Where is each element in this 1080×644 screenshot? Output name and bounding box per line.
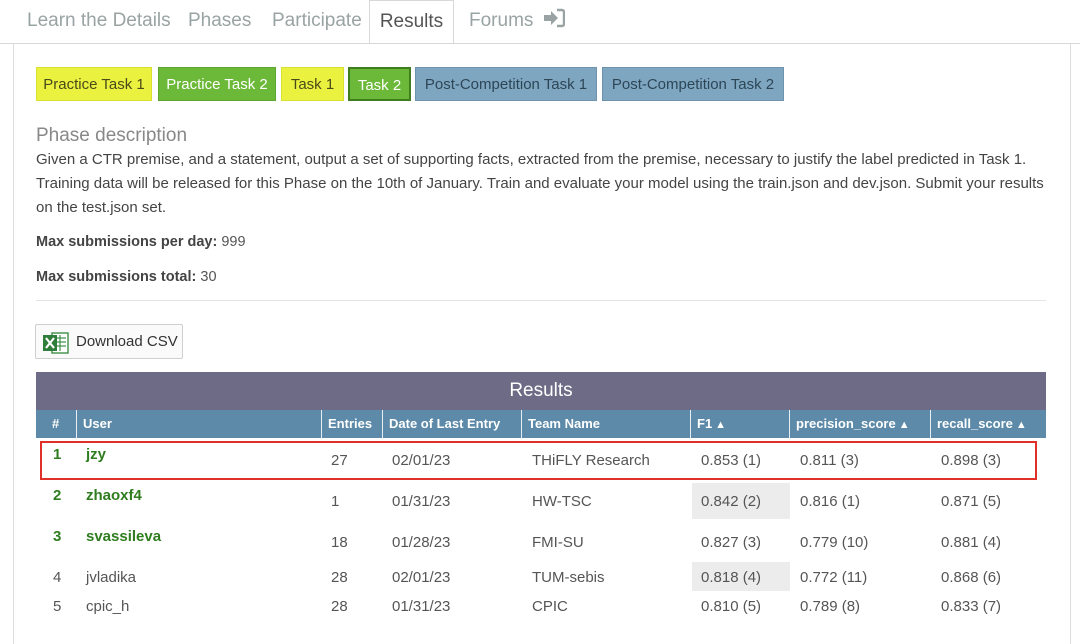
excel-icon <box>42 330 70 360</box>
col-f1-label: F1 <box>697 416 713 431</box>
col-date: Date of Last Entry <box>383 410 522 438</box>
row-entries: 28 <box>331 569 348 586</box>
row-date: 01/28/23 <box>392 534 451 551</box>
sort-up-icon: ▲ <box>715 419 727 431</box>
row-team: CPIC <box>532 598 568 615</box>
row-precision: 0.816 (1) <box>800 493 861 510</box>
row-user[interactable]: jvladika <box>86 569 136 586</box>
col-team: Team Name <box>522 410 691 438</box>
tab-forums-label: Forums <box>469 10 534 31</box>
results-title-bar: Results <box>36 372 1046 410</box>
max-submissions-per-day: Max submissions per day: 999 <box>36 234 246 250</box>
max-total-label: Max submissions total: <box>36 269 197 285</box>
phase-description-text: Given a CTR premise, and a statement, ou… <box>36 151 1044 216</box>
row-entries: 28 <box>331 598 348 615</box>
col-precision-label: precision_score <box>796 416 896 431</box>
tab-learn-the-details[interactable]: Learn the Details <box>27 0 171 44</box>
post-competition-task-1-button[interactable]: Post-Competition Task 1 <box>415 67 597 101</box>
practice-task-1-button[interactable]: Practice Task 1 <box>36 67 152 101</box>
row-recall: 0.833 (7) <box>941 598 1002 615</box>
sign-in-icon <box>543 2 565 44</box>
col-recall-label: recall_score <box>937 416 1013 431</box>
row-date: 02/01/23 <box>392 569 451 586</box>
row-precision: 0.779 (10) <box>800 534 869 551</box>
row-team: FMI-SU <box>532 534 584 551</box>
col-f1[interactable]: F1 ▲ <box>691 410 790 438</box>
row-rank: 2 <box>53 487 62 504</box>
task-1-button[interactable]: Task 1 <box>281 67 344 101</box>
col-rank: # <box>36 410 77 438</box>
post-competition-task-2-button[interactable]: Post-Competition Task 2 <box>602 67 784 101</box>
tab-phases[interactable]: Phases <box>188 0 251 44</box>
row-entries: 1 <box>331 493 340 510</box>
row-rank: 5 <box>53 598 62 615</box>
row-recall: 0.881 (4) <box>941 534 1002 551</box>
nav-tabs: Learn the Details Phases Participate Res… <box>0 0 1080 45</box>
practice-task-2-button[interactable]: Practice Task 2 <box>158 67 276 101</box>
tab-forums[interactable]: Forums <box>469 0 565 44</box>
max-per-day-value: 999 <box>221 234 246 250</box>
sort-up-icon: ▲ <box>898 419 910 431</box>
first-row-highlight-box <box>40 441 1037 480</box>
tab-results[interactable]: Results <box>369 0 454 45</box>
row-f1: 0.842 (2) <box>701 493 762 510</box>
col-entries: Entries <box>322 410 383 438</box>
row-date: 01/31/23 <box>392 598 451 615</box>
task-2-button[interactable]: Task 2 <box>348 67 411 101</box>
max-total-value: 30 <box>200 269 217 285</box>
col-recall[interactable]: recall_score ▲ <box>931 410 1046 438</box>
max-submissions-total: Max submissions total: 30 <box>36 269 217 285</box>
row-rank: 4 <box>53 569 62 586</box>
results-table-header: # User Entries Date of Last Entry Team N… <box>36 410 1046 438</box>
row-team: HW-TSC <box>532 493 592 510</box>
row-entries: 18 <box>331 534 348 551</box>
row-recall: 0.868 (6) <box>941 569 1002 586</box>
row-f1: 0.818 (4) <box>701 569 762 586</box>
row-precision: 0.772 (11) <box>800 569 868 586</box>
col-user: User <box>77 410 322 438</box>
row-recall: 0.871 (5) <box>941 493 1002 510</box>
download-csv-button[interactable]: Download CSV <box>35 324 183 359</box>
max-per-day-label: Max submissions per day: <box>36 234 218 250</box>
row-date: 01/31/23 <box>392 493 451 510</box>
row-user[interactable]: cpic_h <box>86 598 129 615</box>
results-title: Results <box>509 380 573 401</box>
download-csv-label: Download CSV <box>76 333 178 350</box>
section-divider <box>36 300 1046 301</box>
sort-up-icon: ▲ <box>1015 419 1027 431</box>
tab-participate[interactable]: Participate <box>272 0 362 44</box>
row-team: TUM-sebis <box>532 569 605 586</box>
row-f1: 0.810 (5) <box>701 598 762 615</box>
phase-description-title: Phase description <box>36 125 188 146</box>
row-f1: 0.827 (3) <box>701 534 762 551</box>
row-user[interactable]: zhaoxf4 <box>86 487 142 504</box>
col-precision[interactable]: precision_score ▲ <box>790 410 931 438</box>
row-rank: 3 <box>53 528 62 545</box>
row-precision: 0.789 (8) <box>800 598 861 615</box>
row-user[interactable]: svassileva <box>86 528 161 545</box>
